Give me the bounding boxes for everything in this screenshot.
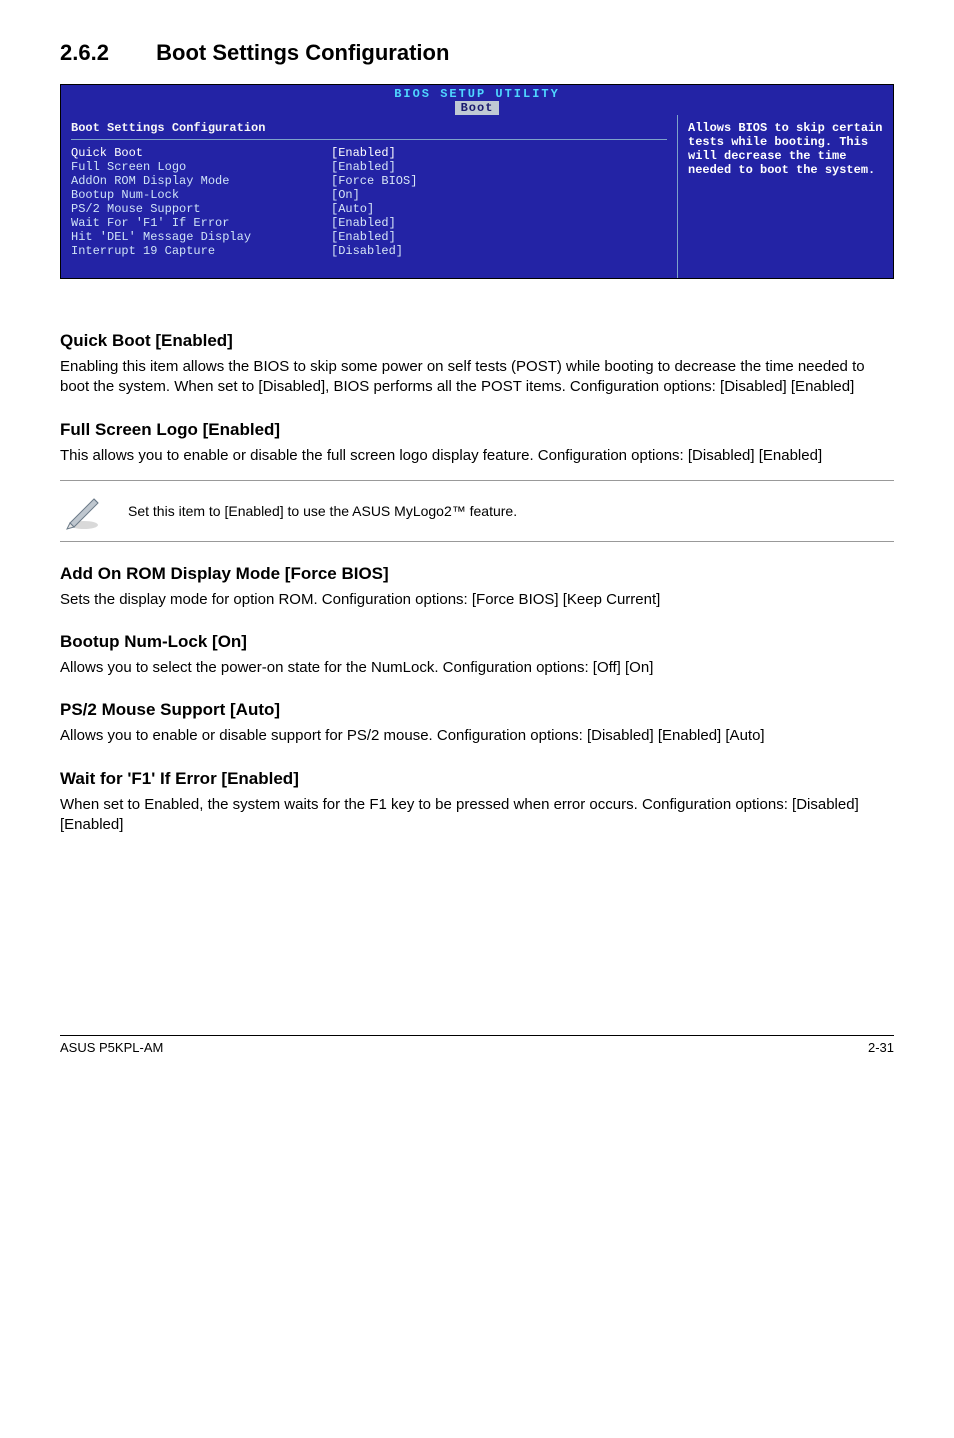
section-heading: 2.6.2 Boot Settings Configuration <box>60 40 894 66</box>
bios-option-value: [Enabled] <box>331 160 396 174</box>
bios-option-row[interactable]: AddOn ROM Display Mode [Force BIOS] <box>71 174 667 188</box>
pencil-icon <box>60 491 108 531</box>
bios-option-row[interactable]: Bootup Num-Lock [On] <box>71 188 667 202</box>
bios-panel-title: Boot Settings Configuration <box>71 121 667 140</box>
section-number: 2.6.2 <box>60 40 150 66</box>
bios-option-row[interactable]: Quick Boot [Enabled] <box>71 146 667 160</box>
bios-option-value: [On] <box>331 188 360 202</box>
full-screen-logo-heading: Full Screen Logo [Enabled] <box>60 420 894 440</box>
bios-option-label: Interrupt 19 Capture <box>71 244 215 258</box>
bios-option-label: Full Screen Logo <box>71 160 186 174</box>
bios-header: BIOS SETUP UTILITY <box>61 85 893 101</box>
bios-option-label: AddOn ROM Display Mode <box>71 174 229 188</box>
quick-boot-heading: Quick Boot [Enabled] <box>60 331 894 351</box>
bios-option-label: Bootup Num-Lock <box>71 188 179 202</box>
bios-option-label: Hit 'DEL' Message Display <box>71 230 251 244</box>
bios-panel: BIOS SETUP UTILITY Boot Boot Settings Co… <box>60 84 894 279</box>
quick-boot-body: Enabling this item allows the BIOS to sk… <box>60 357 894 398</box>
bios-tab-boot[interactable]: Boot <box>455 101 500 115</box>
bios-option-value: [Auto] <box>331 202 374 216</box>
full-screen-logo-body: This allows you to enable or disable the… <box>60 446 894 466</box>
bios-option-value: [Enabled] <box>331 230 396 244</box>
bootup-numlock-heading: Bootup Num-Lock [On] <box>60 632 894 652</box>
bios-option-row[interactable]: PS/2 Mouse Support [Auto] <box>71 202 667 216</box>
addon-rom-heading: Add On ROM Display Mode [Force BIOS] <box>60 564 894 584</box>
bios-option-value: [Disabled] <box>331 244 403 258</box>
bios-tab-row: Boot <box>61 101 893 115</box>
note-callout: Set this item to [Enabled] to use the AS… <box>60 480 894 542</box>
bios-option-label: Quick Boot <box>71 146 143 160</box>
ps2-mouse-heading: PS/2 Mouse Support [Auto] <box>60 700 894 720</box>
footer-right: 2-31 <box>868 1040 894 1055</box>
bios-option-value: [Enabled] <box>331 146 396 160</box>
bios-option-value: [Enabled] <box>331 216 396 230</box>
bios-option-row[interactable]: Wait For 'F1' If Error [Enabled] <box>71 216 667 230</box>
wait-f1-body: When set to Enabled, the system waits fo… <box>60 795 894 836</box>
bios-option-value: [Force BIOS] <box>331 174 417 188</box>
wait-f1-heading: Wait for 'F1' If Error [Enabled] <box>60 769 894 789</box>
addon-rom-body: Sets the display mode for option ROM. Co… <box>60 590 894 610</box>
bios-option-label: Wait For 'F1' If Error <box>71 216 229 230</box>
section-title-text: Boot Settings Configuration <box>156 40 449 65</box>
bios-main-area: Boot Settings Configuration Quick Boot [… <box>61 115 678 278</box>
footer-left: ASUS P5KPL-AM <box>60 1040 163 1055</box>
bios-help-panel: Allows BIOS to skip certain tests while … <box>678 115 893 278</box>
bios-option-row[interactable]: Full Screen Logo [Enabled] <box>71 160 667 174</box>
bios-option-row[interactable]: Hit 'DEL' Message Display [Enabled] <box>71 230 667 244</box>
ps2-mouse-body: Allows you to enable or disable support … <box>60 726 894 746</box>
bios-option-label: PS/2 Mouse Support <box>71 202 201 216</box>
page-footer: ASUS P5KPL-AM 2-31 <box>60 1035 894 1055</box>
bios-option-row[interactable]: Interrupt 19 Capture [Disabled] <box>71 244 667 258</box>
bootup-numlock-body: Allows you to select the power-on state … <box>60 658 894 678</box>
note-text: Set this item to [Enabled] to use the AS… <box>128 503 517 519</box>
bios-fade <box>60 295 894 309</box>
